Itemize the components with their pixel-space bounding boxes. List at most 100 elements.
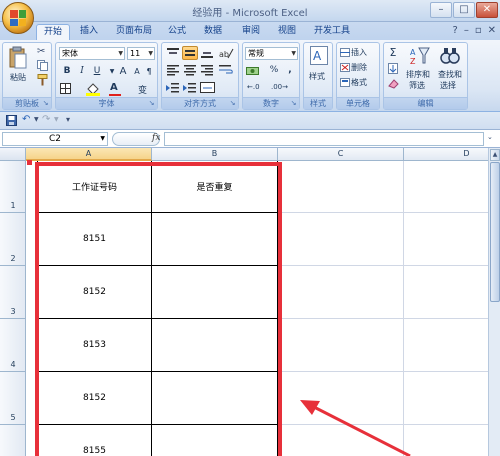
cell-c2[interactable] xyxy=(278,213,404,266)
column-header-a[interactable]: A xyxy=(26,148,152,161)
decrease-indent-icon[interactable] xyxy=(166,82,180,97)
delete-cells-label[interactable]: 删除 xyxy=(351,62,367,73)
row-header-5[interactable]: 5 xyxy=(0,372,26,425)
alignment-launcher-icon[interactable]: ↘ xyxy=(228,99,237,108)
close-button[interactable]: ✕ xyxy=(476,2,498,18)
copy-icon[interactable] xyxy=(37,60,48,74)
row-header-4[interactable]: 4 xyxy=(0,319,26,372)
sort-filter-label-2[interactable]: 筛选 xyxy=(409,80,425,91)
insert-cells-icon[interactable] xyxy=(340,48,350,60)
scrollbar-thumb[interactable] xyxy=(490,162,500,302)
ribbon-minimize-icon[interactable]: – xyxy=(464,25,469,36)
undo-icon[interactable]: ↶ xyxy=(22,114,30,125)
delete-cells-icon[interactable] xyxy=(340,63,350,75)
paste-icon[interactable] xyxy=(9,46,27,70)
formula-input[interactable] xyxy=(164,132,484,146)
cut-icon[interactable]: ✂ xyxy=(37,46,45,57)
find-select-label-2[interactable]: 选择 xyxy=(440,80,456,91)
cell-b6[interactable] xyxy=(152,425,278,456)
cell-b3[interactable] xyxy=(152,266,278,319)
minimize-button[interactable]: – xyxy=(430,2,452,18)
cell-d2[interactable] xyxy=(404,213,488,266)
cell-b1[interactable]: 是否重复 xyxy=(152,161,278,213)
cell-d4[interactable] xyxy=(404,319,488,372)
merge-center-icon[interactable] xyxy=(200,82,220,97)
decrease-decimal-icon[interactable]: .00→ xyxy=(271,83,288,91)
row-header-3[interactable]: 3 xyxy=(0,266,26,319)
cell-a5[interactable]: 8152 xyxy=(37,372,152,425)
cell-c4[interactable] xyxy=(278,319,404,372)
number-launcher-icon[interactable]: ↘ xyxy=(289,99,298,108)
format-cells-icon[interactable] xyxy=(340,78,350,90)
select-all-corner[interactable] xyxy=(0,148,26,161)
tab-insert[interactable]: 插入 xyxy=(74,24,104,40)
customize-qat-icon[interactable]: ▾ xyxy=(66,115,70,124)
cell-a4[interactable]: 8153 xyxy=(37,319,152,372)
styles-button-label[interactable]: 样式 xyxy=(309,71,325,82)
expand-formula-bar-icon[interactable]: ⌄ xyxy=(487,133,497,145)
save-icon[interactable] xyxy=(6,115,17,129)
increase-indent-icon[interactable] xyxy=(183,82,197,97)
align-right-icon[interactable] xyxy=(200,64,214,79)
tab-formulas[interactable]: 公式 xyxy=(162,24,192,40)
underline-button[interactable]: U xyxy=(90,65,104,78)
redo-icon[interactable]: ↷ xyxy=(42,114,50,125)
cell-a1[interactable]: 工作证号码 xyxy=(37,161,152,213)
font-color-icon[interactable]: A xyxy=(110,82,118,93)
font-name-combo[interactable]: 宋体 ▼ xyxy=(59,47,125,60)
column-header-d[interactable]: D xyxy=(404,148,488,161)
wen-icon[interactable]: 变 xyxy=(138,83,147,96)
autosum-button[interactable]: Σ xyxy=(386,46,400,59)
vertical-scrollbar[interactable]: ▲ xyxy=(488,148,500,456)
sort-filter-label[interactable]: 排序和 xyxy=(406,69,430,80)
orientation-icon[interactable]: ab xyxy=(218,47,234,62)
format-cells-label[interactable]: 格式 xyxy=(351,77,367,88)
find-select-label[interactable]: 查找和 xyxy=(438,69,462,80)
column-header-c[interactable]: C xyxy=(278,148,404,161)
redo-dropdown-icon[interactable]: ▼ xyxy=(54,116,59,123)
undo-dropdown-icon[interactable]: ▼ xyxy=(34,116,39,123)
paste-label[interactable]: 粘贴 xyxy=(10,72,26,83)
insert-cells-label[interactable]: 插入 xyxy=(351,47,367,58)
border-icon[interactable] xyxy=(60,83,71,97)
align-middle-icon[interactable] xyxy=(182,46,198,60)
format-painter-icon[interactable] xyxy=(37,74,48,89)
tab-home[interactable]: 开始 xyxy=(36,24,70,40)
styles-icon[interactable]: A xyxy=(310,46,328,69)
maximize-button[interactable]: □ xyxy=(453,2,475,18)
cell-d3[interactable] xyxy=(404,266,488,319)
row-header-1[interactable]: 1 xyxy=(0,161,26,213)
sort-filter-icon[interactable]: AZ xyxy=(410,46,430,69)
cell-c1[interactable] xyxy=(278,161,404,213)
clipboard-launcher-icon[interactable]: ↘ xyxy=(41,99,50,108)
cell-b2[interactable] xyxy=(152,213,278,266)
column-header-b[interactable]: B xyxy=(152,148,278,161)
row-header-6[interactable]: 6 xyxy=(0,425,26,456)
fill-icon[interactable] xyxy=(388,63,398,77)
align-center-icon[interactable] xyxy=(183,64,197,79)
tab-view[interactable]: 视图 xyxy=(272,24,302,40)
name-box[interactable]: C2 ▼ xyxy=(2,132,108,146)
find-select-icon[interactable] xyxy=(440,46,460,69)
wrap-text-icon[interactable] xyxy=(218,64,234,79)
row-header-2[interactable]: 2 xyxy=(0,213,26,266)
cell-a3[interactable]: 8152 xyxy=(37,266,152,319)
cell-a6[interactable]: 8155 xyxy=(37,425,152,456)
tab-page-layout[interactable]: 页面布局 xyxy=(110,24,158,40)
cell-b4[interactable] xyxy=(152,319,278,372)
percent-button[interactable]: % xyxy=(267,64,281,77)
align-bottom-icon[interactable] xyxy=(200,47,214,62)
cell-c3[interactable] xyxy=(278,266,404,319)
number-format-combo[interactable]: 常规 ▼ xyxy=(245,47,298,60)
cell-b5[interactable] xyxy=(152,372,278,425)
phonetic-icon[interactable]: ¶ xyxy=(142,65,156,78)
increase-decimal-icon[interactable]: ←.0 xyxy=(247,83,260,91)
cell-a2[interactable]: 8151 xyxy=(37,213,152,266)
font-launcher-icon[interactable]: ↘ xyxy=(147,99,156,108)
workbook-close-icon[interactable]: ✕ xyxy=(488,25,496,36)
cell-d1[interactable] xyxy=(404,161,488,213)
align-left-icon[interactable] xyxy=(166,64,180,79)
grow-font-button[interactable]: A xyxy=(116,65,130,78)
tab-data[interactable]: 数据 xyxy=(198,24,228,40)
bold-button[interactable]: B xyxy=(60,65,74,78)
